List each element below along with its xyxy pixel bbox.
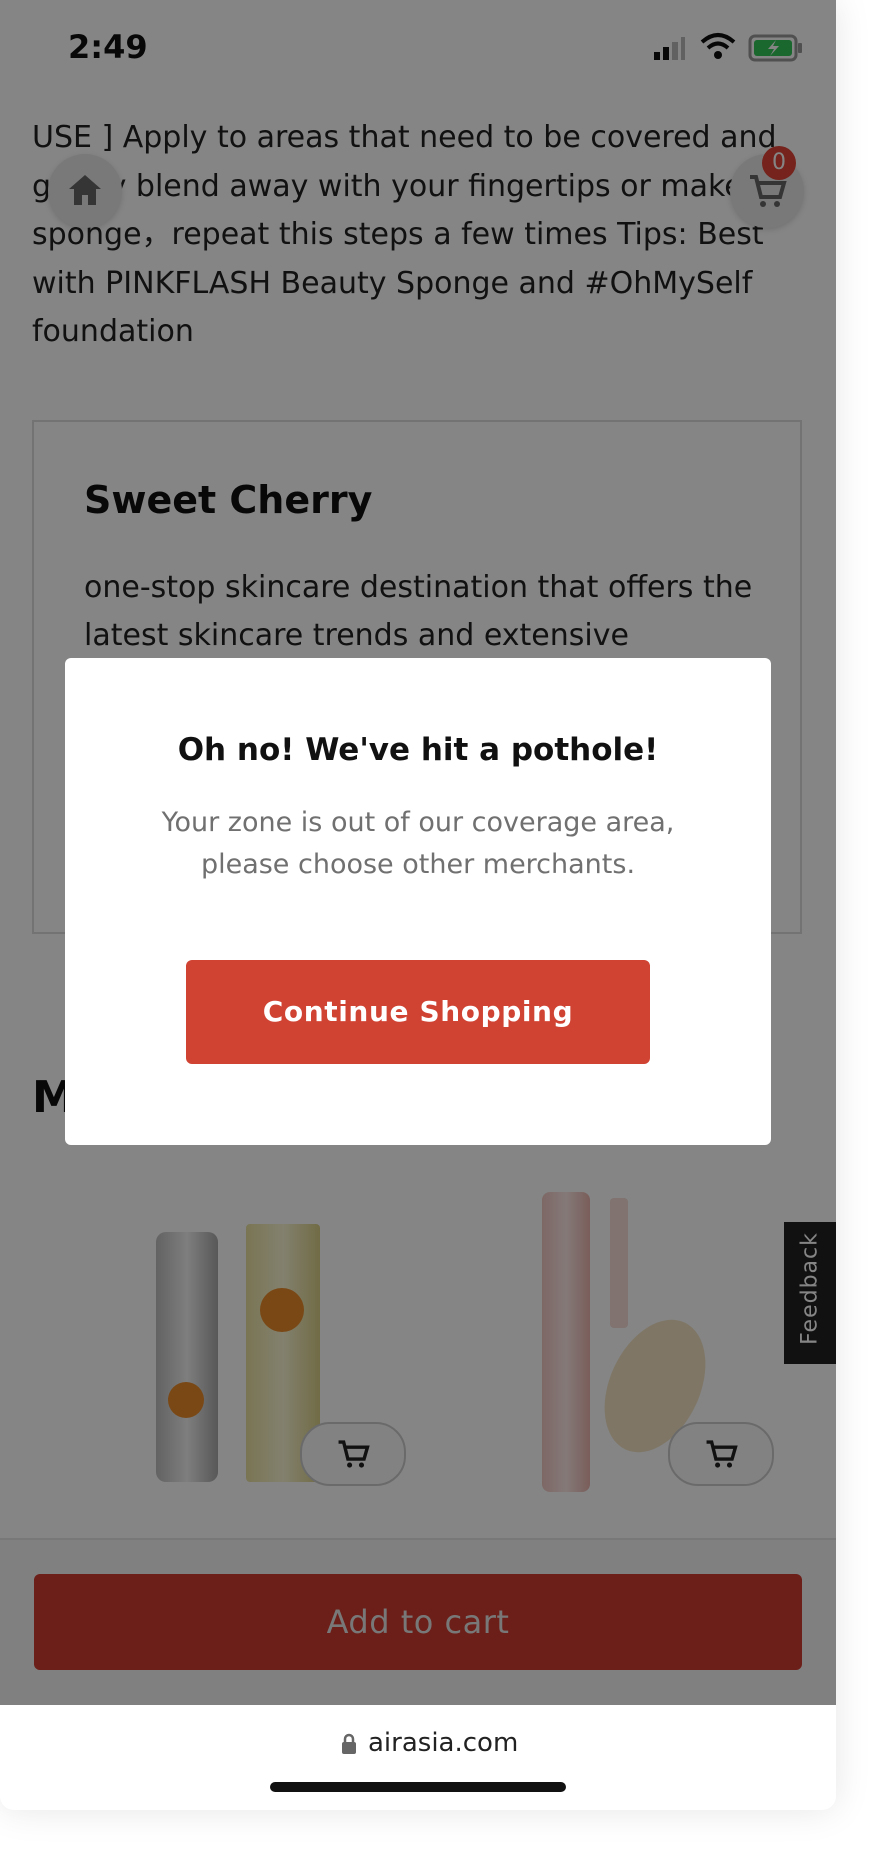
home-indicator[interactable] [270, 1782, 566, 1792]
lock-icon [342, 1733, 356, 1754]
url-text[interactable]: airasia.com [368, 1728, 518, 1758]
phone-screen: 2:49 ... USE ] Apply to areas that need … [0, 0, 836, 1810]
continue-shopping-button[interactable]: Continue Shopping [186, 960, 650, 1064]
dialog-title: Oh no! We've hit a pothole! [177, 732, 659, 768]
product-page: 2:49 ... USE ] Apply to areas that need … [0, 0, 836, 1705]
coverage-error-dialog: Oh no! We've hit a pothole! Your zone is… [65, 658, 771, 1145]
dialog-message: Your zone is out of our coverage area, p… [161, 807, 675, 880]
